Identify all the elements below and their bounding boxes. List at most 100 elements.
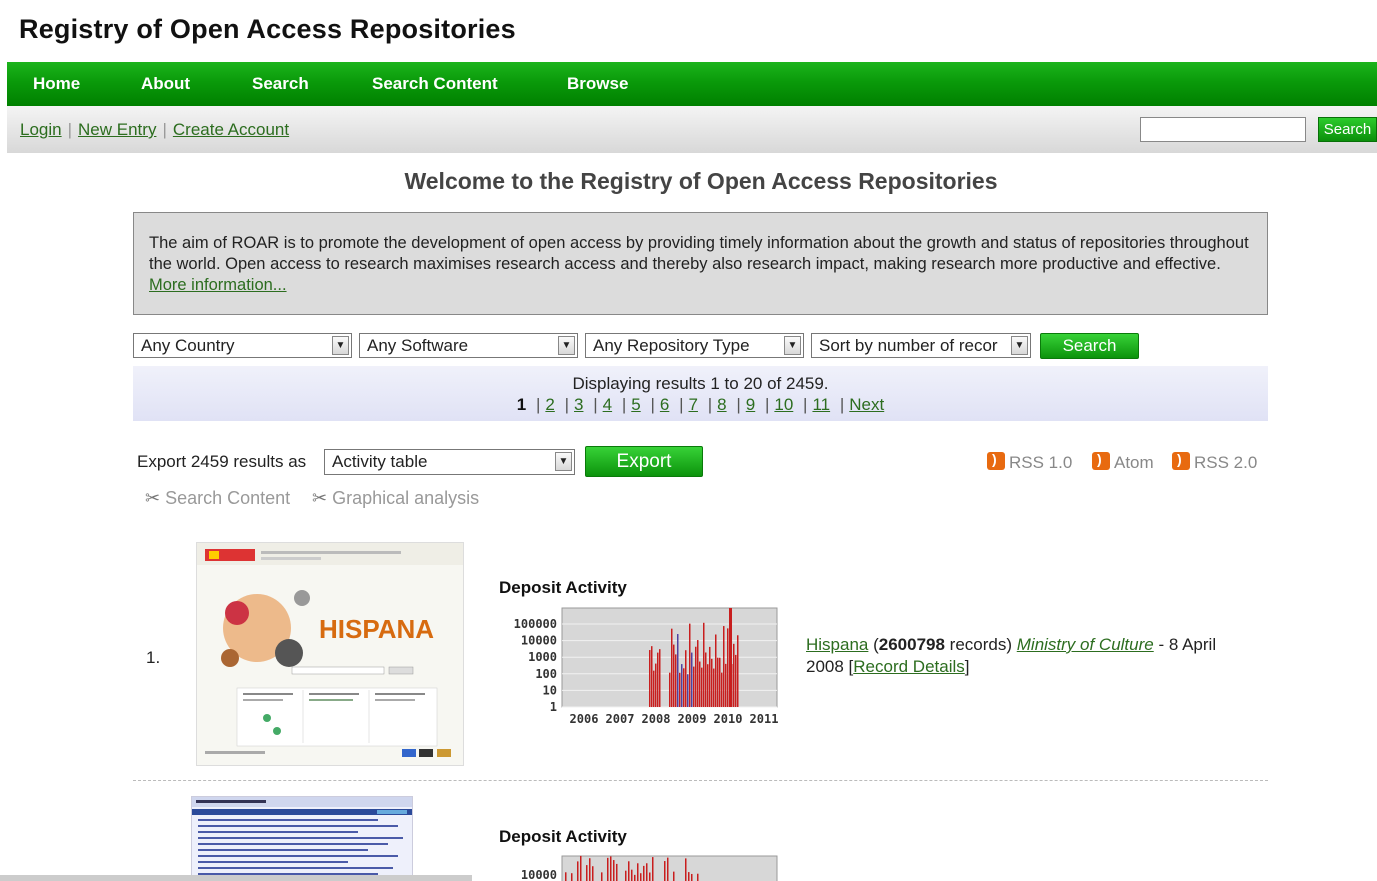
activity-bar xyxy=(719,657,721,707)
next-page-link[interactable]: Next xyxy=(849,395,884,414)
deposit-activity-chart[interactable]: 100000 10000 1000 100 10 1 2006 2007 2008 2009 20… xyxy=(499,604,784,730)
page-link[interactable]: 5 xyxy=(631,395,640,414)
y-tick-label: 100000 xyxy=(514,617,557,631)
activity-bar xyxy=(687,674,689,707)
page-link[interactable]: 3 xyxy=(574,395,583,414)
rss-icon xyxy=(1092,451,1110,470)
activity-bar xyxy=(691,652,693,707)
activity-bar xyxy=(652,857,654,881)
activity-bar xyxy=(616,863,618,881)
x-tick-label: 2006 xyxy=(570,712,599,726)
country-select[interactable]: Any Country ▼ xyxy=(133,333,352,358)
activity-bar xyxy=(592,866,594,881)
activity-bar xyxy=(733,643,735,707)
activity-bar xyxy=(735,654,737,707)
page-link[interactable]: 4 xyxy=(603,395,612,414)
organisation-link[interactable]: Ministry of Culture xyxy=(1017,635,1154,654)
activity-bar xyxy=(701,667,703,707)
sub-nav: Login | New Entry | Create Account Search xyxy=(7,106,1377,153)
thumb-logo-text: HISPANA xyxy=(319,614,434,644)
activity-bar xyxy=(631,869,633,881)
page-link[interactable]: 2 xyxy=(545,395,554,414)
repository-screenshot[interactable] xyxy=(191,796,413,881)
chevron-down-icon: ▼ xyxy=(784,336,801,355)
record-count: 2600798 xyxy=(878,635,945,654)
new-entry-link[interactable]: New Entry xyxy=(78,120,156,139)
activity-bar xyxy=(715,634,717,707)
software-select[interactable]: Any Software ▼ xyxy=(359,333,578,358)
aim-box: The aim of ROAR is to promote the develo… xyxy=(133,212,1268,315)
x-tick-label: 2007 xyxy=(606,712,635,726)
rss2-link[interactable]: RSS 2.0 xyxy=(1172,451,1257,473)
quick-search-input[interactable] xyxy=(1140,117,1306,142)
page-link[interactable]: 11 xyxy=(812,395,830,414)
activity-bar xyxy=(729,608,732,707)
export-button[interactable]: Export xyxy=(585,446,703,477)
more-information-link[interactable]: More information... xyxy=(149,276,287,294)
chevron-down-icon: ▼ xyxy=(1011,336,1028,355)
activity-bar xyxy=(681,664,683,707)
page-link[interactable]: 10 xyxy=(774,395,793,414)
nav-search[interactable]: Search xyxy=(252,74,309,94)
deposit-activity-title: Deposit Activity xyxy=(499,578,627,597)
rss1-link[interactable]: RSS 1.0 xyxy=(987,451,1072,473)
page-link[interactable]: 6 xyxy=(660,395,669,414)
sort-select[interactable]: Sort by number of recor ▼ xyxy=(811,333,1031,358)
record-details-link[interactable]: Record Details xyxy=(853,657,965,676)
export-format-select[interactable]: Activity table ▼ xyxy=(324,449,575,475)
repository-screenshot[interactable]: HISPANA xyxy=(196,542,464,766)
activity-bar xyxy=(577,861,579,881)
page-link[interactable]: 8 xyxy=(717,395,726,414)
x-tick-label: 2011 xyxy=(750,712,779,726)
nav-home[interactable]: Home xyxy=(33,74,80,94)
activity-bar xyxy=(643,865,645,881)
activity-bar xyxy=(697,873,699,881)
repository-name-link[interactable]: Hispana xyxy=(806,635,868,654)
login-link[interactable]: Login xyxy=(20,120,62,139)
atom-link[interactable]: Atom xyxy=(1092,451,1154,473)
activity-bar xyxy=(685,858,687,881)
activity-bar xyxy=(657,652,659,707)
activity-bar xyxy=(589,858,591,881)
results-bar: Displaying results 1 to 20 of 2459. 1 | 2… xyxy=(133,366,1268,421)
activity-bar xyxy=(571,873,573,881)
activity-bar xyxy=(628,861,630,881)
filter-search-button[interactable]: Search xyxy=(1040,333,1139,359)
activity-bar xyxy=(610,856,612,881)
current-page: 1 xyxy=(516,395,527,414)
activity-bar xyxy=(664,861,666,881)
quick-search-button[interactable]: Search xyxy=(1318,117,1377,142)
y-tick-label: 10 xyxy=(543,683,557,697)
sort-select-value: Sort by number of recor xyxy=(819,336,998,355)
activity-bar xyxy=(711,658,713,707)
chevron-down-icon: ▼ xyxy=(332,336,349,355)
search-content-tool[interactable]: ✂ Search Content xyxy=(145,488,290,509)
nav-browse[interactable]: Browse xyxy=(567,74,628,94)
nav-about[interactable]: About xyxy=(141,74,190,94)
tools-icon: ✂ xyxy=(312,488,328,508)
repo-type-select[interactable]: Any Repository Type ▼ xyxy=(585,333,804,358)
activity-bar xyxy=(586,865,588,881)
activity-bar xyxy=(688,872,690,881)
activity-bar xyxy=(673,644,675,707)
main-nav: Home About Search Search Content Browse xyxy=(7,62,1377,106)
deposit-activity-chart[interactable]: 10000 xyxy=(499,854,784,881)
aim-text: The aim of ROAR is to promote the develo… xyxy=(149,234,1249,273)
create-account-link[interactable]: Create Account xyxy=(173,120,289,139)
nav-search-content[interactable]: Search Content xyxy=(372,74,498,94)
graphical-analysis-tool[interactable]: ✂ Graphical analysis xyxy=(312,488,479,509)
horizontal-scrollbar[interactable] xyxy=(0,875,472,881)
entry-number: 1. xyxy=(146,648,161,667)
activity-bar xyxy=(649,650,651,707)
page-link[interactable]: 9 xyxy=(746,395,755,414)
entry-details: Hispana (2600798 records) Ministry of Cu… xyxy=(806,635,1217,676)
deposit-activity-title: Deposit Activity xyxy=(499,827,627,846)
activity-bar xyxy=(727,628,729,707)
entry-divider xyxy=(133,780,1268,781)
activity-bar xyxy=(685,650,687,707)
activity-bar xyxy=(655,663,657,707)
activity-bar xyxy=(649,872,651,881)
activity-bar xyxy=(697,640,699,707)
activity-bar xyxy=(673,871,675,881)
page-link[interactable]: 7 xyxy=(689,395,698,414)
